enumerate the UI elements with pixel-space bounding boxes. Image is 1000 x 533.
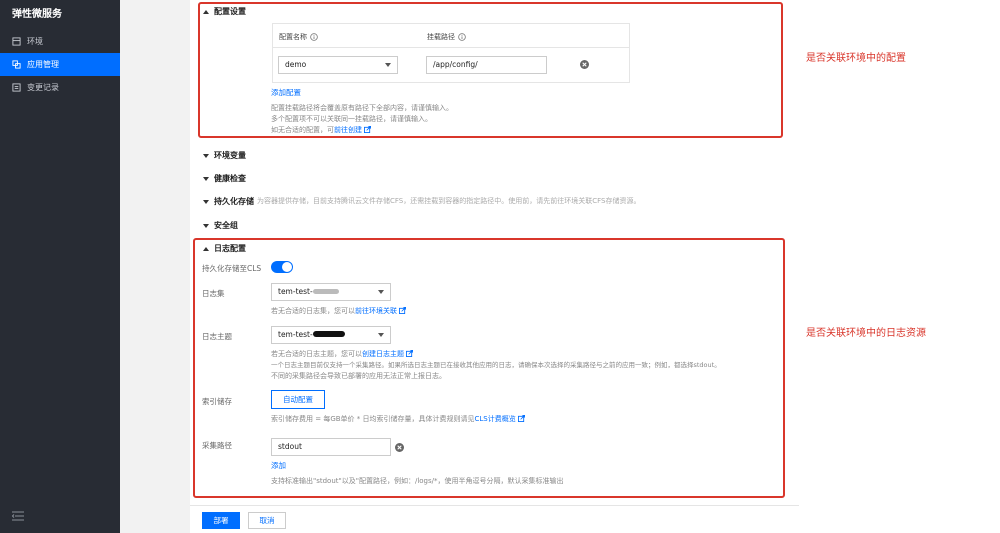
persistent-storage-hint: 为容器提供存储，目前支持腾讯云文件存储CFS，还需挂载到容器的指定路径中。使用前… <box>257 197 641 205</box>
mount-path-input[interactable]: /app/config/ <box>426 56 547 74</box>
collect-path-label: 采集路径 <box>202 441 232 450</box>
collapse-sidebar-icon[interactable] <box>12 511 24 521</box>
sidebar-item-environment[interactable]: 环境 <box>0 30 120 53</box>
env-vars-section-title[interactable]: 环境变量 <box>203 150 246 161</box>
go-env-link[interactable]: 前往环境关联 <box>355 307 397 315</box>
index-hint: 索引储存费用 = 每GB单价 * 日均索引储存量，具体计费规则请见CLS计费概览 <box>271 414 525 424</box>
remove-path-icon[interactable] <box>395 443 404 452</box>
config-annotation: 是否关联环境中的配置 <box>806 53 906 64</box>
external-link-icon <box>406 350 413 357</box>
log-section-title[interactable]: 日志配置 <box>203 243 246 254</box>
persistent-storage-section-title[interactable]: 持久化存储 <box>203 196 254 207</box>
config-table: 配置名称 挂载路径 <box>272 23 630 83</box>
topic-label: 日志主题 <box>202 332 232 341</box>
external-link-icon <box>517 415 525 422</box>
collect-path-hint: 支持标准输出"stdout"以及"配置路径，例如：/logs/*，使用半角逗号分… <box>271 477 564 485</box>
remove-config-icon[interactable] <box>580 60 589 69</box>
logset-label: 日志集 <box>202 289 225 298</box>
column-mount-path: 挂载路径 <box>427 32 466 42</box>
chevron-down-icon <box>378 290 384 294</box>
sidebar-item-label: 变更记录 <box>27 83 59 92</box>
topic-hint: 若无合适的日志主题，您可以创建日志主题 <box>271 349 413 359</box>
redacted-mask <box>312 331 345 337</box>
expand-triangle-icon <box>203 223 209 228</box>
cls-toggle[interactable] <box>271 261 293 273</box>
page-gutter <box>120 0 190 533</box>
chevron-down-icon <box>378 333 384 337</box>
cancel-button[interactable]: 取消 <box>248 512 286 529</box>
config-table-header: 配置名称 挂载路径 <box>273 24 629 48</box>
config-section-title[interactable]: 配置设置 <box>203 6 246 17</box>
auto-config-button[interactable]: 自动配置 <box>271 390 325 409</box>
app-management-icon <box>12 60 21 69</box>
sidebar-item-change-log[interactable]: 变更记录 <box>0 76 120 99</box>
external-link-icon <box>399 307 406 314</box>
annotation-area <box>799 0 1000 533</box>
change-log-icon <box>12 83 21 92</box>
logset-select[interactable]: tem-test- <box>271 283 391 301</box>
environment-icon <box>12 37 21 46</box>
column-config-name: 配置名称 <box>279 32 318 42</box>
cls-label: 持久化存储至CLS <box>202 264 262 273</box>
info-icon[interactable] <box>458 33 466 41</box>
expand-triangle-icon <box>203 199 209 204</box>
sidebar-item-app-management[interactable]: 应用管理 <box>0 53 120 76</box>
logset-hint: 若无合适的日志集，您可以前往环境关联 <box>271 306 406 316</box>
brand-title: 弹性微服务 <box>12 9 62 20</box>
topic-hint-2: 一个日志主题目前仅支持一个采集路径。如果所选日志主题已在接收其他应用的日志，请确… <box>271 361 721 369</box>
toggle-knob <box>282 262 292 272</box>
security-group-section-title[interactable]: 安全组 <box>203 220 238 231</box>
cls-billing-link[interactable]: CLS计费概览 <box>475 415 516 423</box>
log-annotation: 是否关联环境中的日志资源 <box>806 328 926 339</box>
add-config-link[interactable]: 添加配置 <box>271 88 301 98</box>
info-icon[interactable] <box>310 33 318 41</box>
expand-triangle-icon <box>203 153 209 158</box>
collapse-triangle-icon <box>203 9 209 14</box>
index-label: 索引储存 <box>202 397 232 406</box>
external-link-icon <box>364 126 371 133</box>
topic-select[interactable]: tem-test- <box>271 326 391 344</box>
expand-triangle-icon <box>203 176 209 181</box>
create-topic-link[interactable]: 创建日志主题 <box>362 350 404 358</box>
collect-path-input[interactable]: stdout <box>271 438 391 456</box>
topic-hint-3: 不同的采集路径会导致已部署的应用无法正常上报日志。 <box>271 372 446 380</box>
redacted-mask <box>312 289 339 294</box>
chevron-down-icon <box>385 63 391 67</box>
config-hint-3: 如无合适的配置，可前往创建 <box>271 125 371 135</box>
deploy-button[interactable]: 部署 <box>202 512 240 529</box>
config-hint-2: 多个配置项不可以关联同一挂载路径，请谨慎输入。 <box>271 115 432 123</box>
collapse-triangle-icon <box>203 246 209 251</box>
health-check-section-title[interactable]: 健康检查 <box>203 173 246 184</box>
sidebar-item-label: 应用管理 <box>27 60 59 69</box>
sidebar-item-label: 环境 <box>27 37 43 46</box>
sidebar: 弹性微服务 环境 应用管理 变更记录 <box>0 0 120 533</box>
add-path-link[interactable]: 添加 <box>271 461 286 471</box>
config-hint-1: 配置挂载路径将会覆盖原有路径下全部内容，请谨慎输入。 <box>271 104 453 112</box>
go-create-link[interactable]: 前往创建 <box>334 126 362 134</box>
config-name-select[interactable]: demo <box>278 56 398 74</box>
